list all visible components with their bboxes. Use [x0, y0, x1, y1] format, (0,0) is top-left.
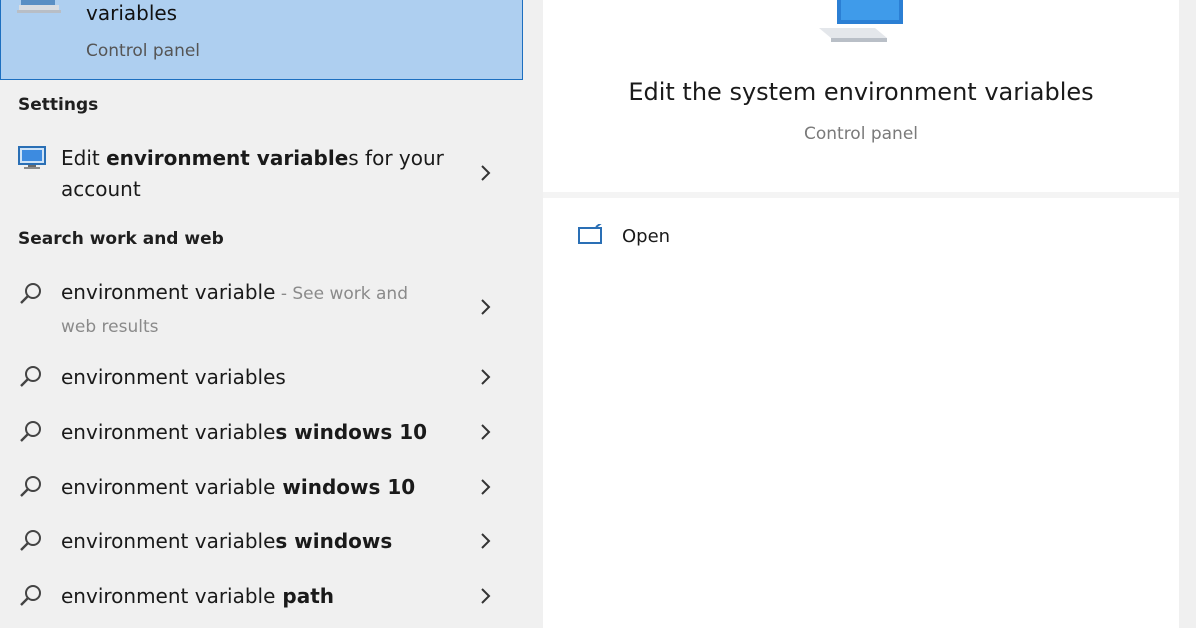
open-action[interactable]: Open [578, 224, 778, 254]
search-suggestion-web-results[interactable]: environment variable - See work and web … [0, 276, 523, 346]
suggestion-bold: windows 10 [275, 475, 416, 499]
chevron-right-icon [481, 299, 491, 315]
suggestion-plain: environment variable [61, 529, 276, 553]
suggestion-bold: s [275, 365, 286, 389]
search-results-pane: variables Control panel Settings Edit en… [0, 0, 525, 628]
best-match-result[interactable]: variables Control panel [0, 0, 523, 80]
best-match-subtitle: Control panel [86, 41, 201, 61]
suggestion-bold: s windows [275, 529, 393, 553]
system-properties-icon [819, 0, 903, 42]
detail-subtitle: Control panel [803, 124, 919, 144]
chevron-right-icon [481, 479, 491, 495]
suggestion-text: environment variable [61, 280, 276, 304]
best-match-title: variables [86, 1, 178, 25]
search-icon [20, 366, 41, 387]
chevron-right-icon [481, 369, 491, 385]
search-icon [20, 476, 41, 497]
suggestion-bold: s windows 10 [275, 420, 428, 444]
search-suggestion-item[interactable]: environment variables windows [0, 526, 523, 566]
settings-item-line2: account [61, 177, 141, 201]
settings-item-suffix: s for your [348, 146, 444, 170]
suggestion-plain: environment variable [61, 365, 276, 389]
monitor-icon [18, 146, 46, 169]
search-suggestion-item[interactable]: environment variable path [0, 581, 523, 621]
suggestion-plain: environment variable [61, 420, 276, 444]
search-icon [20, 585, 41, 606]
system-properties-icon [17, 0, 61, 13]
chevron-right-icon [481, 533, 491, 549]
suggestion-hint: - See work and [275, 284, 409, 304]
pane-edge [1179, 0, 1196, 628]
search-suggestion-item[interactable]: environment variable windows 10 [0, 472, 523, 512]
chevron-right-icon [481, 588, 491, 604]
open-window-icon [578, 224, 602, 244]
search-suggestion-item[interactable]: environment variables [0, 362, 523, 402]
suggestion-plain: environment variable [61, 475, 276, 499]
search-icon [20, 530, 41, 551]
divider [543, 192, 1179, 198]
search-icon [20, 283, 41, 304]
suggestion-hint-line2: web results [61, 317, 159, 337]
chevron-right-icon [481, 165, 491, 181]
detail-title: Edit the system environment variables [628, 78, 1094, 106]
open-label: Open [622, 226, 671, 247]
settings-item-edit-env-account[interactable]: Edit environment variables for your acco… [0, 140, 523, 210]
settings-item-prefix: Edit [61, 146, 107, 170]
settings-section-header: Settings [18, 95, 99, 115]
suggestion-plain: environment variable [61, 584, 276, 608]
suggestion-bold: path [275, 584, 334, 608]
search-icon [20, 421, 41, 442]
result-detail-pane: Edit the system environment variables Co… [543, 0, 1179, 628]
chevron-right-icon [481, 424, 491, 440]
search-suggestion-item[interactable]: environment variables windows 10 [0, 417, 523, 457]
settings-item-bold: environment variable [106, 146, 349, 170]
search-web-section-header: Search work and web [18, 229, 224, 249]
